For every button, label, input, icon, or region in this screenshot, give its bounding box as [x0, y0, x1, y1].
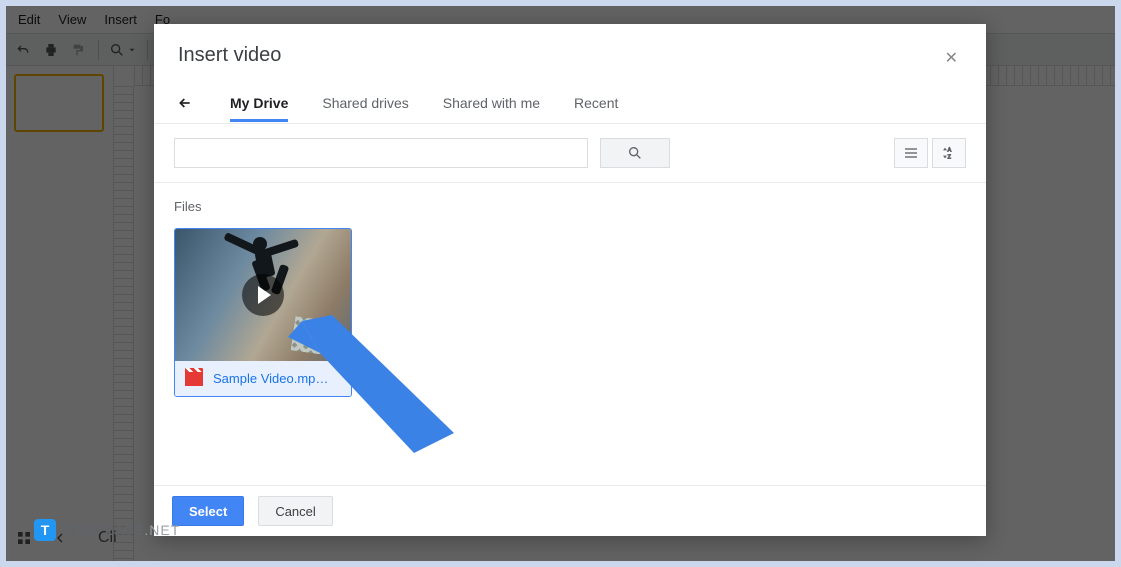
close-icon[interactable]: ✕	[941, 44, 962, 72]
select-button[interactable]: Select	[172, 496, 244, 526]
watermark-text: TEMPLATE	[62, 522, 144, 538]
modal-title: Insert video	[178, 44, 281, 67]
search-button[interactable]	[600, 138, 670, 168]
file-name: Sample Video.mp…	[213, 371, 328, 386]
list-view-button[interactable]	[894, 138, 928, 168]
section-label-files: Files	[174, 199, 966, 214]
sort-button[interactable]: AZ	[932, 138, 966, 168]
search-row: AZ	[154, 124, 986, 183]
list-icon	[903, 145, 919, 161]
watermark-suffix: .NET	[144, 522, 180, 538]
insert-video-modal: Insert video ✕ My Drive Shared drives Sh…	[154, 24, 986, 536]
watermark: T TEMPLATE.NET	[34, 519, 180, 541]
tab-shared-with-me[interactable]: Shared with me	[443, 85, 540, 121]
tab-recent[interactable]: Recent	[574, 85, 618, 121]
cancel-button[interactable]: Cancel	[258, 496, 332, 526]
file-card[interactable]: Sample Video.mp…	[174, 228, 352, 397]
video-file-icon	[185, 372, 203, 386]
sort-az-icon: AZ	[941, 145, 957, 161]
svg-text:A: A	[948, 148, 952, 154]
back-arrow-icon[interactable]	[174, 92, 196, 114]
tab-shared-drives[interactable]: Shared drives	[322, 85, 408, 121]
tabs-row: My Drive Shared drives Shared with me Re…	[154, 82, 986, 124]
play-icon	[242, 274, 284, 316]
search-icon	[627, 145, 643, 161]
content-area: Files Sample Video	[154, 183, 986, 485]
modal-footer: Select Cancel	[154, 485, 986, 536]
svg-text:Z: Z	[948, 154, 952, 160]
search-input[interactable]	[174, 138, 588, 168]
tab-my-drive[interactable]: My Drive	[230, 85, 288, 121]
video-thumbnail	[175, 229, 351, 361]
watermark-logo: T	[34, 519, 56, 541]
